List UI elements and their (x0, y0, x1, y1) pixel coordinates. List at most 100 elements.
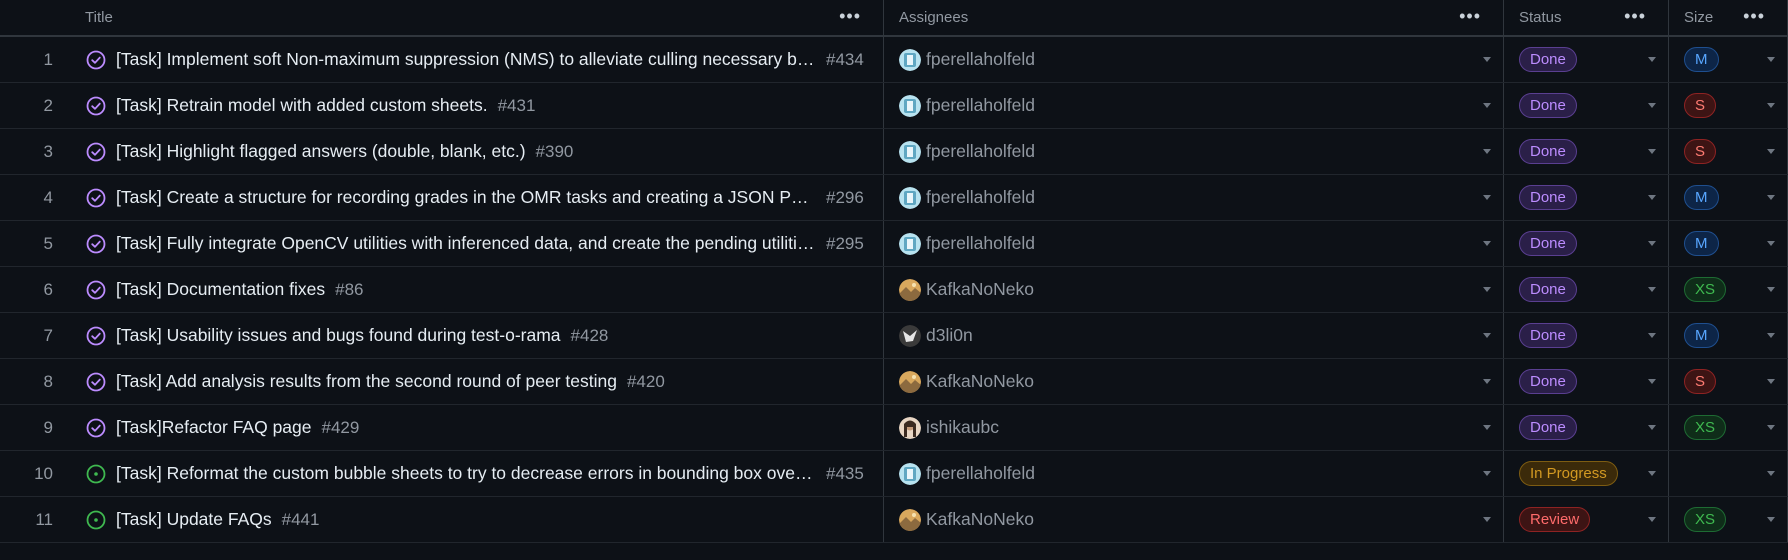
size-cell[interactable]: M (1669, 175, 1788, 220)
column-menu-icon[interactable]: ••• (1743, 6, 1765, 27)
table-row[interactable]: 6 [Task] Documentation fixes #86 KafkaNoNek… (0, 267, 1788, 313)
chevron-down-icon[interactable] (1648, 195, 1656, 200)
chevron-down-icon[interactable] (1648, 333, 1656, 338)
assignee-cell[interactable]: fperellaholfeld (884, 83, 1504, 128)
table-row[interactable]: 4 [Task] Create a structure for recording… (0, 175, 1788, 221)
chevron-down-icon[interactable] (1767, 149, 1775, 154)
column-menu-icon[interactable]: ••• (839, 6, 861, 27)
size-cell[interactable]: S (1669, 83, 1788, 128)
title-cell[interactable]: [Task] Reformat the custom bubble sheets… (75, 451, 884, 496)
chevron-down-icon[interactable] (1483, 195, 1491, 200)
title-cell[interactable]: [Task] Create a structure for recording … (75, 175, 884, 220)
column-menu-icon[interactable]: ••• (1459, 6, 1481, 27)
chevron-down-icon[interactable] (1483, 425, 1491, 430)
chevron-down-icon[interactable] (1483, 103, 1491, 108)
issue-title-link[interactable]: [Task]Refactor FAQ page (116, 417, 312, 438)
title-cell[interactable]: [Task] Add analysis results from the sec… (75, 359, 884, 404)
title-cell[interactable]: [Task] Retrain model with added custom s… (75, 83, 884, 128)
size-cell[interactable]: XS (1669, 497, 1788, 542)
assignee-name[interactable]: fperellaholfeld (926, 95, 1035, 116)
status-cell[interactable]: Done (1504, 405, 1669, 450)
column-menu-icon[interactable]: ••• (1624, 6, 1646, 27)
assignee-cell[interactable]: fperellaholfeld (884, 175, 1504, 220)
chevron-down-icon[interactable] (1767, 241, 1775, 246)
assignee-name[interactable]: d3li0n (926, 325, 973, 346)
status-cell[interactable]: Done (1504, 313, 1669, 358)
chevron-down-icon[interactable] (1648, 471, 1656, 476)
issue-title-link[interactable]: [Task] Documentation fixes (116, 279, 325, 300)
chevron-down-icon[interactable] (1767, 333, 1775, 338)
assignee-cell[interactable]: KafkaNoNeko (884, 497, 1504, 542)
title-cell[interactable]: [Task] Update FAQs #441 (75, 497, 884, 542)
table-row[interactable]: 3 [Task] Highlight flagged answers (doubl… (0, 129, 1788, 175)
assignee-name[interactable]: fperellaholfeld (926, 141, 1035, 162)
title-cell[interactable]: [Task] Documentation fixes #86 (75, 267, 884, 312)
status-cell[interactable]: Done (1504, 359, 1669, 404)
chevron-down-icon[interactable] (1483, 471, 1491, 476)
chevron-down-icon[interactable] (1483, 149, 1491, 154)
size-cell[interactable]: M (1669, 37, 1788, 82)
assignee-cell[interactable]: KafkaNoNeko (884, 267, 1504, 312)
column-header-title[interactable]: Title ••• (75, 0, 884, 35)
chevron-down-icon[interactable] (1767, 379, 1775, 384)
chevron-down-icon[interactable] (1483, 379, 1491, 384)
chevron-down-icon[interactable] (1648, 517, 1656, 522)
size-cell[interactable]: M (1669, 313, 1788, 358)
status-cell[interactable]: Done (1504, 129, 1669, 174)
chevron-down-icon[interactable] (1767, 517, 1775, 522)
assignee-name[interactable]: KafkaNoNeko (926, 509, 1034, 530)
assignee-cell[interactable]: fperellaholfeld (884, 221, 1504, 266)
assignee-cell[interactable]: d3li0n (884, 313, 1504, 358)
chevron-down-icon[interactable] (1767, 195, 1775, 200)
table-row[interactable]: 5 [Task] Fully integrate OpenCV utilities… (0, 221, 1788, 267)
chevron-down-icon[interactable] (1648, 149, 1656, 154)
issue-title-link[interactable]: [Task] Update FAQs (116, 509, 272, 530)
assignee-name[interactable]: fperellaholfeld (926, 187, 1035, 208)
chevron-down-icon[interactable] (1483, 333, 1491, 338)
issue-title-link[interactable]: [Task] Fully integrate OpenCV utilities … (116, 233, 816, 254)
size-cell[interactable] (1669, 451, 1788, 496)
assignee-cell[interactable]: ishikaubc (884, 405, 1504, 450)
assignee-name[interactable]: fperellaholfeld (926, 49, 1035, 70)
title-cell[interactable]: [Task] Fully integrate OpenCV utilities … (75, 221, 884, 266)
issue-title-link[interactable]: [Task] Reformat the custom bubble sheets… (116, 463, 816, 484)
issue-title-link[interactable]: [Task] Implement soft Non-maximum suppre… (116, 49, 816, 70)
status-cell[interactable]: Done (1504, 267, 1669, 312)
assignee-cell[interactable]: fperellaholfeld (884, 129, 1504, 174)
title-cell[interactable]: [Task] Implement soft Non-maximum suppre… (75, 37, 884, 82)
status-cell[interactable]: Review (1504, 497, 1669, 542)
column-header-status[interactable]: Status ••• (1504, 0, 1669, 35)
size-cell[interactable]: S (1669, 129, 1788, 174)
table-row[interactable]: 9 [Task]Refactor FAQ page #429 ishikaubc Don… (0, 405, 1788, 451)
size-cell[interactable]: S (1669, 359, 1788, 404)
chevron-down-icon[interactable] (1483, 241, 1491, 246)
title-cell[interactable]: [Task] Usability issues and bugs found d… (75, 313, 884, 358)
assignee-name[interactable]: fperellaholfeld (926, 463, 1035, 484)
table-row[interactable]: 10 [Task] Reformat the custom bubble shee… (0, 451, 1788, 497)
chevron-down-icon[interactable] (1648, 241, 1656, 246)
table-row[interactable]: 7 [Task] Usability issues and bugs found … (0, 313, 1788, 359)
assignee-name[interactable]: KafkaNoNeko (926, 279, 1034, 300)
table-row[interactable]: 1 [Task] Implement soft Non-maximum suppr… (0, 37, 1788, 83)
issue-title-link[interactable]: [Task] Add analysis results from the sec… (116, 371, 617, 392)
size-cell[interactable]: M (1669, 221, 1788, 266)
chevron-down-icon[interactable] (1648, 287, 1656, 292)
table-row[interactable]: 8 [Task] Add analysis results from the se… (0, 359, 1788, 405)
table-row[interactable]: 2 [Task] Retrain model with added custom … (0, 83, 1788, 129)
column-header-assignees[interactable]: Assignees ••• (884, 0, 1504, 35)
chevron-down-icon[interactable] (1483, 287, 1491, 292)
size-cell[interactable]: XS (1669, 267, 1788, 312)
size-cell[interactable]: XS (1669, 405, 1788, 450)
title-cell[interactable]: [Task]Refactor FAQ page #429 (75, 405, 884, 450)
chevron-down-icon[interactable] (1483, 517, 1491, 522)
issue-title-link[interactable]: [Task] Retrain model with added custom s… (116, 95, 488, 116)
assignee-cell[interactable]: fperellaholfeld (884, 451, 1504, 496)
assignee-name[interactable]: ishikaubc (926, 417, 999, 438)
issue-title-link[interactable]: [Task] Usability issues and bugs found d… (116, 325, 561, 346)
chevron-down-icon[interactable] (1648, 379, 1656, 384)
chevron-down-icon[interactable] (1648, 57, 1656, 62)
issue-title-link[interactable]: [Task] Highlight flagged answers (double… (116, 141, 526, 162)
chevron-down-icon[interactable] (1767, 103, 1775, 108)
chevron-down-icon[interactable] (1648, 103, 1656, 108)
assignee-cell[interactable]: fperellaholfeld (884, 37, 1504, 82)
